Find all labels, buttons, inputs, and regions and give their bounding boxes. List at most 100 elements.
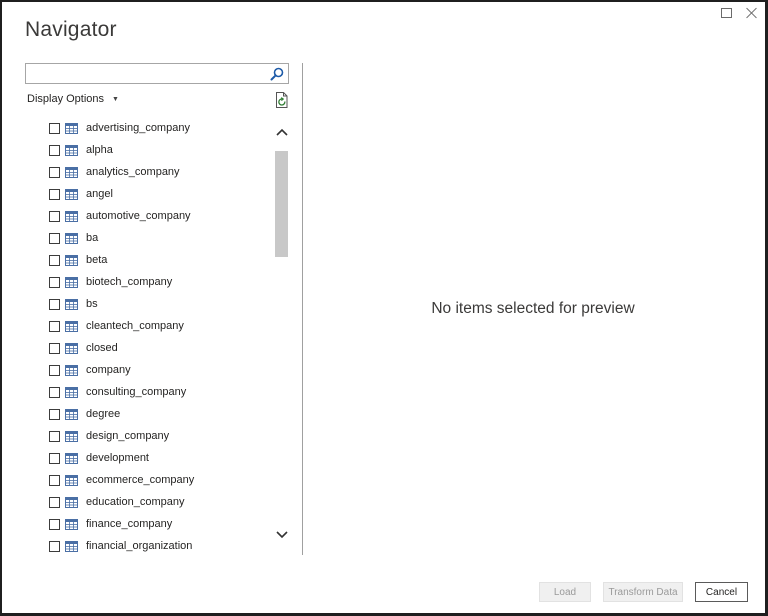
table-icon [65,320,78,332]
item-checkbox[interactable] [49,408,60,420]
table-list-item-label: closed [86,342,118,354]
table-list-item-label: automotive_company [86,210,191,222]
refresh-icon[interactable] [274,91,290,109]
table-list-item-label: ba [86,232,99,244]
table-list-item-label: consulting_company [86,386,187,398]
item-checkbox[interactable] [49,166,60,178]
table-list-item-label: education_company [86,496,185,508]
navigator-window: Navigator Display Options ▼ advertising_… [0,0,768,616]
table-list-item-label: design_company [86,430,170,442]
table-icon [65,518,78,530]
table-list-item[interactable]: education_company [42,491,274,513]
table-list-item-label: company [86,364,131,376]
display-options-dropdown[interactable]: Display Options ▼ [27,93,119,105]
table-list-item-label: finance_company [86,518,173,530]
item-checkbox[interactable] [49,342,60,354]
item-checkbox[interactable] [49,232,60,244]
table-list-item[interactable]: ecommerce_company [42,469,274,491]
item-checkbox[interactable] [49,540,60,552]
tree-scrollbar[interactable] [274,117,289,558]
table-list-item-label: cleantech_company [86,320,184,332]
item-checkbox[interactable] [49,430,60,442]
item-checkbox[interactable] [49,518,60,530]
table-icon [65,386,78,398]
table-list-item[interactable]: bs [42,293,274,315]
table-list-item-label: financial_organization [86,540,193,552]
table-list-item[interactable]: closed [42,337,274,359]
item-checkbox[interactable] [49,474,60,486]
display-options-label: Display Options [27,93,105,105]
item-checkbox[interactable] [49,122,60,134]
transform-data-button[interactable]: Transform Data [603,582,683,602]
close-button[interactable] [745,6,759,20]
table-icon [65,430,78,442]
chevron-down-icon: ▼ [112,95,119,103]
table-list-item[interactable]: company [42,359,274,381]
table-list-item-label: angel [86,188,113,200]
table-list-item[interactable]: alpha [42,139,274,161]
search-icon[interactable] [269,66,285,82]
item-checkbox[interactable] [49,386,60,398]
table-icon [65,254,78,266]
maximize-button[interactable] [719,6,733,20]
table-icon [65,122,78,134]
chevron-down-icon [275,531,288,539]
item-checkbox[interactable] [49,254,60,266]
search-field[interactable] [25,63,289,84]
table-list-item-label: advertising_company [86,122,190,134]
table-list-item-label: alpha [86,144,113,156]
item-checkbox[interactable] [49,364,60,376]
search-input[interactable] [26,64,264,83]
table-icon [65,166,78,178]
table-icon [65,232,78,244]
table-list-item[interactable]: biotech_company [42,271,274,293]
item-checkbox[interactable] [49,210,60,222]
table-list-item-label: analytics_company [86,166,180,178]
table-icon [65,188,78,200]
table-list-item[interactable]: cleantech_company [42,315,274,337]
close-icon [746,7,758,19]
dialog-title: Navigator [25,18,117,41]
chevron-up-icon [275,128,288,136]
table-list-item[interactable]: development [42,447,274,469]
item-checkbox[interactable] [49,144,60,156]
table-icon [65,144,78,156]
table-list-item-label: development [86,452,149,464]
table-icon [65,364,78,376]
scroll-thumb[interactable] [275,151,288,257]
window-controls [719,6,759,20]
load-button[interactable]: Load [539,582,591,602]
item-checkbox[interactable] [49,188,60,200]
scroll-down-button[interactable] [274,527,289,543]
table-icon [65,342,78,354]
item-checkbox[interactable] [49,276,60,288]
item-checkbox[interactable] [49,298,60,310]
table-list-item[interactable]: beta [42,249,274,271]
table-list-item-label: ecommerce_company [86,474,195,486]
preview-empty-message: No items selected for preview [431,300,635,317]
table-list-item-label: biotech_company [86,276,173,288]
table-list-item[interactable]: angel [42,183,274,205]
table-list-item[interactable]: finance_company [42,513,274,535]
item-checkbox[interactable] [49,496,60,508]
table-icon [65,276,78,288]
item-checkbox[interactable] [49,452,60,464]
table-list-item[interactable]: consulting_company [42,381,274,403]
table-icon [65,298,78,310]
table-list-item[interactable]: design_company [42,425,274,447]
table-icon [65,540,78,552]
item-checkbox[interactable] [49,320,60,332]
table-list-item[interactable]: automotive_company [42,205,274,227]
table-list-item[interactable]: advertising_company [42,117,274,139]
table-icon [65,210,78,222]
table-list-item-label: bs [86,298,98,310]
table-list-item[interactable]: degree [42,403,274,425]
table-list-item[interactable]: analytics_company [42,161,274,183]
table-list-item[interactable]: ba [42,227,274,249]
scroll-up-button[interactable] [274,124,289,140]
table-list-item[interactable]: financial_organization [42,535,274,557]
table-list-item-label: degree [86,408,121,420]
cancel-button[interactable]: Cancel [695,582,748,602]
table-list-item-label: beta [86,254,108,266]
maximize-icon [720,8,732,18]
